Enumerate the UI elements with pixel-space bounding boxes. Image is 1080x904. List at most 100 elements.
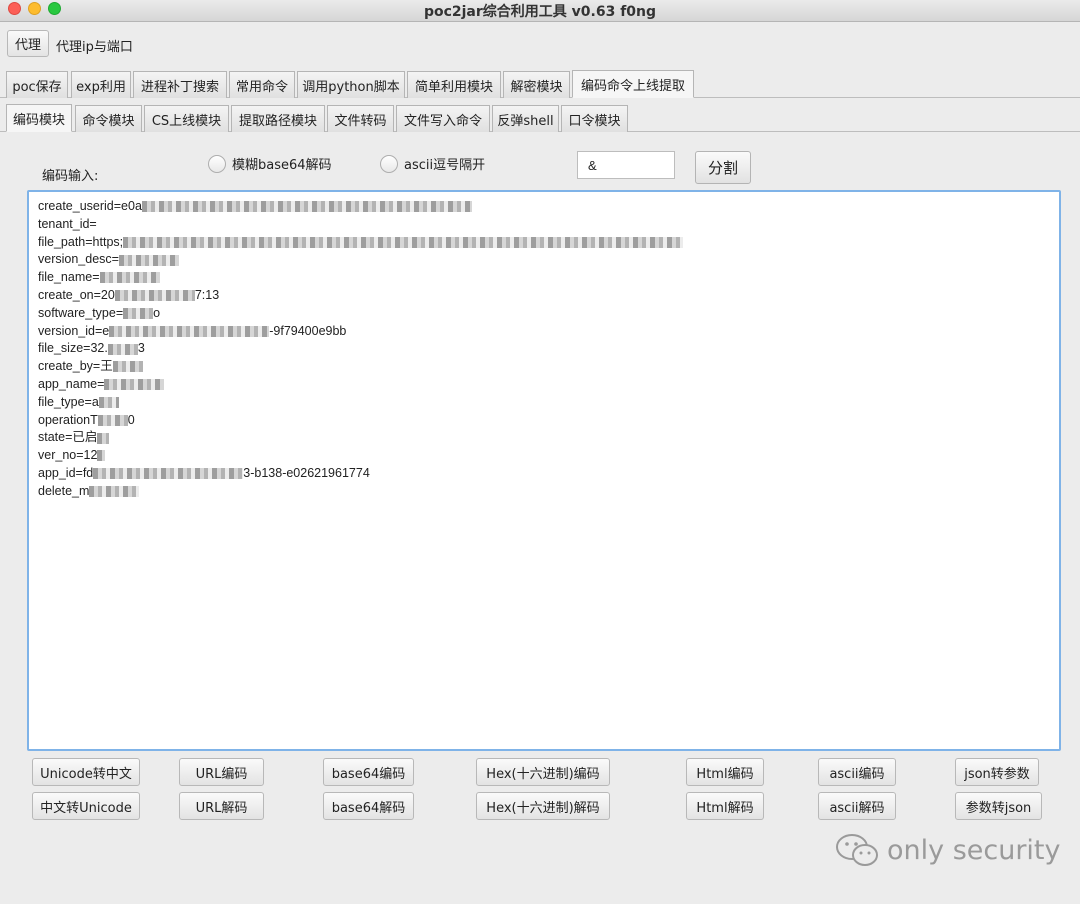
window-title: poc2jar综合利用工具 v0.63 f0ng — [423, 4, 657, 20]
base64-decode-button[interactable]: base64解码 — [323, 792, 414, 820]
radio-circle[interactable] — [380, 154, 398, 173]
textarea-line-text: version_desc= — [38, 252, 119, 267]
separator-input[interactable] — [577, 151, 675, 179]
tab-encode-command[interactable]: 编码命令上线提取 — [572, 70, 694, 98]
textarea-line: create_by=王 — [38, 358, 1050, 376]
redacted-text — [97, 450, 106, 462]
redacted-text — [98, 396, 119, 408]
main-tab-bar: poc保存 exp利用 进程补丁搜索 常用命令 调用python脚本 简单利用模… — [0, 67, 1080, 98]
textarea-line-text: version_id=e — [38, 323, 110, 338]
textarea-line-text: create_userid=e0a — [38, 199, 142, 213]
textarea-line-tail: 3 — [137, 341, 145, 356]
textarea-line: operationT 0 — [38, 412, 1050, 430]
tab-extract-path[interactable]: 提取路径模块 — [231, 105, 325, 132]
encode-input-textarea[interactable]: create_userid=e0a tenant_id= file_path=htt… — [27, 190, 1061, 751]
textarea-line: software_type= o — [38, 305, 1050, 323]
textarea-line: file_path=https; — [38, 234, 1050, 252]
tab-common-commands[interactable]: 常用命令 — [229, 71, 295, 98]
textarea-line-text: create_by=王 — [38, 359, 113, 374]
textarea-line-tail: 0 — [127, 412, 135, 427]
proxy-bar: 代理 代理ip与端口 — [0, 22, 1080, 64]
textarea-line-text: software_type= — [38, 305, 124, 320]
tab-password-module[interactable]: 口令模块 — [561, 105, 628, 132]
tab-simple-exploit[interactable]: 简单利用模块 — [407, 71, 501, 98]
textarea-line: file_type=a — [38, 394, 1050, 412]
textarea-line: file_size=32. 3 — [38, 340, 1050, 358]
redacted-text — [118, 254, 179, 266]
ascii-decode-button[interactable]: ascii解码 — [818, 792, 896, 820]
redacted-text — [93, 468, 244, 480]
html-decode-button[interactable]: Html解码 — [686, 792, 764, 820]
hex-encode-button[interactable]: Hex(十六进制)编码 — [476, 758, 610, 786]
redacted-text — [99, 272, 160, 284]
redacted-text — [114, 290, 195, 302]
tab-python-script[interactable]: 调用python脚本 — [297, 71, 405, 98]
tab-poc-save[interactable]: poc保存 — [6, 71, 68, 98]
watermark: only security — [835, 832, 1061, 868]
watermark-text: only security — [887, 834, 1061, 866]
textarea-line-text: create_on=20 — [38, 287, 115, 302]
tab-exp[interactable]: exp利用 — [71, 71, 131, 98]
redacted-text — [109, 325, 270, 337]
radio-ascii-comma-label: ascii逗号隔开 — [404, 158, 486, 173]
tab-reverse-shell[interactable]: 反弹shell — [492, 105, 559, 132]
params-to-json-button[interactable]: 参数转json — [955, 792, 1042, 820]
textarea-line: delete_m — [38, 483, 1050, 501]
textarea-line: create_on=20 7:13 — [38, 287, 1050, 305]
wechat-icon — [836, 834, 878, 866]
tab-file-transcode[interactable]: 文件转码 — [327, 105, 394, 132]
textarea-line-text: file_size=32. — [38, 341, 108, 356]
tab-command-module[interactable]: 命令模块 — [75, 105, 142, 132]
tab-cs-module[interactable]: CS上线模块 — [144, 105, 229, 132]
textarea-line-text: app_id=fd — [38, 465, 94, 480]
redacted-text — [89, 485, 140, 497]
textarea-line: ver_no=12 — [38, 447, 1050, 465]
redacted-text — [123, 307, 154, 319]
tab-file-write[interactable]: 文件写入命令 — [396, 105, 490, 132]
tab-encode-module[interactable]: 编码模块 — [6, 104, 72, 132]
radio-fuzzy-base64-label: 模糊base64解码 — [232, 158, 332, 173]
textarea-line-tail: 7:13 — [194, 287, 220, 302]
hex-decode-button[interactable]: Hex(十六进制)解码 — [476, 792, 610, 820]
url-decode-button[interactable]: URL解码 — [179, 792, 264, 820]
tab-process-patch[interactable]: 进程补丁搜索 — [133, 71, 227, 98]
ascii-encode-button[interactable]: ascii编码 — [818, 758, 896, 786]
html-encode-button[interactable]: Html编码 — [686, 758, 764, 786]
base64-encode-button[interactable]: base64编码 — [323, 758, 414, 786]
textarea-line: tenant_id= — [38, 216, 1050, 234]
proxy-label: 代理ip与端口 — [56, 40, 133, 55]
sub-tab-bar: 编码模块 命令模块 CS上线模块 提取路径模块 文件转码 文件写入命令 反弹sh… — [0, 102, 1080, 132]
json-to-params-button[interactable]: json转参数 — [955, 758, 1039, 786]
redacted-text — [123, 236, 684, 248]
redacted-text — [97, 414, 128, 426]
radio-circle[interactable] — [208, 154, 226, 173]
textarea-line-text: file_name= — [38, 270, 100, 285]
textarea-line-text: operationT — [38, 412, 98, 427]
encode-panel: 编码输入: 模糊base64解码 ascii逗号隔开 分割 create_use… — [0, 132, 1080, 904]
textarea-line-tail: o — [153, 305, 161, 320]
redacted-text — [107, 343, 138, 355]
redacted-text — [97, 432, 110, 444]
textarea-line: version_id=e -9f79400e9bb — [38, 323, 1050, 341]
tab-decrypt[interactable]: 解密模块 — [503, 71, 570, 98]
chinese-to-unicode-button[interactable]: 中文转Unicode — [32, 792, 140, 820]
textarea-line: app_name= — [38, 376, 1050, 394]
radio-ascii-comma[interactable]: ascii逗号隔开 — [380, 154, 485, 173]
textarea-line-text: file_type=a — [38, 394, 99, 409]
textarea-line-text: delete_m — [38, 483, 90, 498]
textarea-line-tail: 3-b138-e02621961774 — [243, 465, 370, 480]
textarea-line-text: file_path=https; — [38, 234, 124, 249]
textarea-line-text: state=已启 — [38, 430, 98, 445]
url-encode-button[interactable]: URL编码 — [179, 758, 264, 786]
textarea-line: state=已启 — [38, 429, 1050, 447]
textarea-line-text: tenant_id= — [38, 216, 97, 231]
textarea-line: version_desc= — [38, 251, 1050, 269]
title-bar: poc2jar综合利用工具 v0.63 f0ng — [0, 0, 1080, 22]
radio-fuzzy-base64[interactable]: 模糊base64解码 — [208, 154, 332, 173]
unicode-to-chinese-button[interactable]: Unicode转中文 — [32, 758, 140, 786]
split-button[interactable]: 分割 — [695, 151, 751, 184]
textarea-line: file_name= — [38, 269, 1050, 287]
textarea-line-text: app_name= — [38, 376, 105, 391]
redacted-text — [141, 201, 472, 213]
proxy-button[interactable]: 代理 — [7, 30, 49, 57]
